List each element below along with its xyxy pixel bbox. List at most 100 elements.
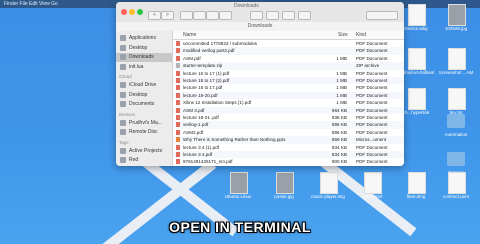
sidebar-item[interactable]: Active Projects <box>116 147 172 156</box>
sidebar-item-label: Prudhvi's Ma... <box>129 119 162 126</box>
file-row[interactable]: lecture 15 to 17 (2).pdf 1 MB PDF Document <box>173 77 404 85</box>
tags-icon[interactable] <box>298 11 311 20</box>
menu-bar-items[interactable]: Finder File Edit View Go <box>4 1 58 7</box>
file-name: ASM 3.pdf <box>183 107 205 113</box>
file-size: 938 KB <box>331 115 347 120</box>
file-name: Xilinx 12 Installation Steps (1).pdf <box>183 100 252 106</box>
column-name-header[interactable]: Name <box>183 32 196 38</box>
sidebar-item[interactable]: Red <box>116 156 172 165</box>
desktop-icon[interactable]: Ubuntu Linux <box>218 172 258 212</box>
folder-icon <box>120 129 126 135</box>
sidebar-item-label: Documents <box>129 101 155 107</box>
file-row[interactable]: lecture 18-21 .pdf 938 KB PDF Document <box>173 114 404 121</box>
file-row[interactable]: lecture 18-20.pdf 1 MB PDF Document <box>173 91 404 100</box>
title-bar[interactable]: < > Downloads <box>116 2 404 23</box>
sidebar-item[interactable]: init.lua <box>116 63 172 72</box>
file-row[interactable]: lecture 3 4 (1).pdf 834 KB PDF Document <box>173 144 404 151</box>
file-list[interactable]: Name Size Kind uncommitted 1778823 / sub… <box>173 31 404 166</box>
file-kind: PDF Document <box>356 85 388 91</box>
pdf-file-icon <box>176 48 180 54</box>
file-row[interactable]: Xilinx 12 Installation Steps (1).pdf 1 MB… <box>173 99 404 106</box>
view-icons-icon[interactable] <box>180 11 193 20</box>
share-icon[interactable] <box>282 11 295 20</box>
pdf-file-icon <box>176 41 180 46</box>
close-icon[interactable] <box>121 9 127 15</box>
file-kind: PDF Document <box>356 92 388 98</box>
minimize-icon[interactable] <box>129 9 135 15</box>
sidebar-item[interactable]: Prudhvi's Ma... <box>116 119 172 128</box>
sidebar-item[interactable]: Applications <box>116 34 172 43</box>
arrange-icon[interactable] <box>250 11 263 20</box>
folder-icon <box>120 35 126 41</box>
zip-file-icon <box>176 63 180 69</box>
desktop-icon[interactable]: Screenshot ...AM <box>436 48 476 88</box>
desktop-icon-label: Screenshot ...AM <box>438 70 474 75</box>
file-name: lecture 15 to 17 (2).pdf <box>183 78 230 83</box>
file-row[interactable]: verilog-1.pdf 896 KB PDF Document <box>173 121 404 129</box>
column-kind-header[interactable]: Kind <box>356 32 366 38</box>
pdf-file-icon <box>176 144 180 150</box>
desktop-icon[interactable]: notes.html <box>352 172 392 212</box>
back-button[interactable]: < <box>148 11 161 20</box>
file-row[interactable]: lecture 15 to 17 (1).pdf 1 MB PDF Document <box>173 70 404 77</box>
sidebar-item[interactable]: Desktop <box>116 44 172 53</box>
file-size: 1 MB <box>336 78 347 83</box>
file-size: 1 MB <box>336 85 347 91</box>
file-row[interactable]: uncommitted 1778823 / submodules PDF Docu… <box>173 40 404 47</box>
file-row[interactable]: lecture 15 to 17.pdf 1 MB PDF Document <box>173 84 404 91</box>
file-row[interactable]: 9781481426171_sm.pdf 800 KB PDF Document <box>173 158 404 165</box>
sidebar-item[interactable]: iCloud Drive <box>116 81 172 90</box>
desktop-icon[interactable]: fleet.dmg <box>396 172 436 212</box>
file-kind: PDF Document <box>356 152 388 157</box>
file-row[interactable]: ASM2.pdf 886 KB PDF Document <box>173 129 404 136</box>
sidebar-item-label: Applications <box>129 35 156 41</box>
file-kind: PDF Document <box>356 100 388 106</box>
file-kind: PDF Document <box>356 107 388 113</box>
view-columns-icon[interactable] <box>206 11 219 20</box>
sidebar: Applications Desktop Downloads init.lua iClo… <box>116 31 173 166</box>
doc-thumbnail-icon <box>408 4 426 26</box>
column-size-header[interactable]: Size <box>338 32 348 38</box>
action-gear-icon[interactable] <box>266 11 279 20</box>
file-row[interactable]: Why There is Something Rather than Nothi… <box>173 136 404 144</box>
file-row[interactable]: modified verilog part2.pdf PDF Document <box>173 47 404 55</box>
pdf-file-icon <box>176 55 180 61</box>
sidebar-item[interactable]: Downloads <box>116 53 172 62</box>
file-size: 800 KB <box>331 159 347 165</box>
desktop-icon[interactable]: contract.pem <box>436 172 476 212</box>
finder-window[interactable]: < > Downloads Downloads Applications Desk… <box>116 2 404 166</box>
sidebar-item[interactable]: Remote Disc <box>116 128 172 137</box>
forward-button[interactable]: > <box>161 11 174 20</box>
file-name: 9781481426171_sm.pdf <box>183 159 233 165</box>
zoom-icon[interactable] <box>137 9 143 15</box>
file-size: 886 KB <box>331 129 347 135</box>
folder-icon <box>120 54 126 60</box>
sidebar-item[interactable]: Documents <box>116 100 172 109</box>
desktop-icon[interactable]: music-player.img <box>308 172 348 212</box>
sidebar-item[interactable]: Desktop <box>116 91 172 100</box>
file-row[interactable]: lecture 3 4.pdf 834 KB PDF Document <box>173 151 404 159</box>
folder-icon <box>120 101 126 107</box>
sidebar-item-label: Desktop <box>129 44 148 51</box>
folder-icon <box>120 44 126 51</box>
search-field[interactable] <box>366 11 398 20</box>
file-kind: PDF Document <box>356 70 388 76</box>
desktop-icon-label: Ubuntu Linux <box>224 194 252 199</box>
file-row[interactable]: ASM 3.pdf 964 KB PDF Document <box>173 106 404 114</box>
doc-thumbnail-icon <box>320 172 338 194</box>
file-row[interactable]: starter-template.zip ZIP archive <box>173 62 404 70</box>
desktop-icon[interactable]: 103928.jpg <box>436 4 476 44</box>
pdf-file-icon <box>176 122 180 128</box>
desktop-icon[interactable]: poster.jpg <box>264 172 304 212</box>
desktop[interactable]: Finder File Edit View Go Sean's...webDev… <box>0 0 480 244</box>
pdf-file-icon <box>176 92 180 98</box>
file-row[interactable]: ASM.pdf 1 MB PDF Document <box>173 55 404 62</box>
desktop-icon[interactable]: Automation <box>436 110 476 150</box>
view-list-icon[interactable] <box>193 11 206 20</box>
file-size: 896 KB <box>331 122 347 128</box>
file-kind: PDF Document <box>356 129 388 135</box>
view-gallery-icon[interactable] <box>219 11 232 20</box>
file-name: ASM.pdf <box>183 55 201 61</box>
folder-icon <box>120 91 126 98</box>
doc-thumbnail-icon <box>448 48 466 70</box>
